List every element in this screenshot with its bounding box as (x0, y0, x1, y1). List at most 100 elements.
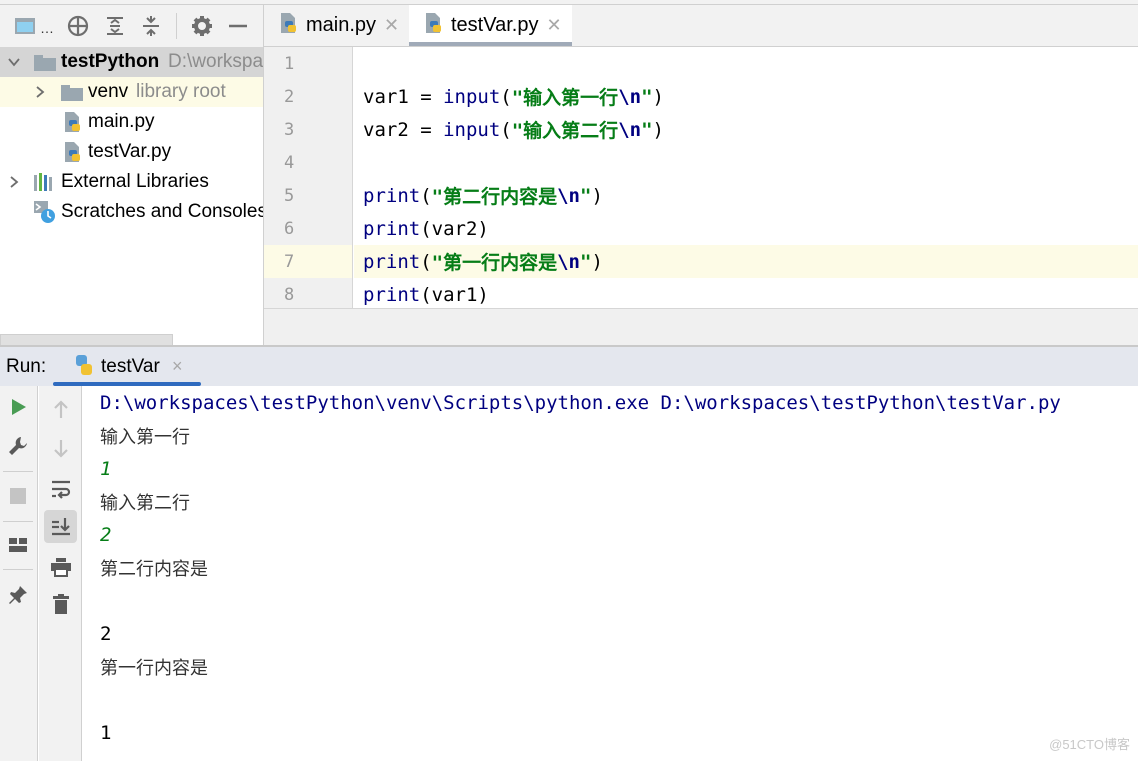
console-line-input: 2 (100, 523, 112, 546)
hide-icon[interactable] (227, 14, 249, 38)
console-line-cjk: 第二行内容是 (100, 558, 208, 580)
arrow-up-icon[interactable] (46, 394, 76, 424)
chevron-down-icon[interactable] (6, 54, 22, 70)
tree-item-testvar-py[interactable]: testVar.py (0, 137, 263, 167)
folder-icon (34, 55, 56, 71)
tree-item-main-py[interactable]: main.py (0, 107, 263, 137)
code-line[interactable]: var1 = input("输入第一行 \n ") (354, 80, 1138, 113)
line-number: 1 (284, 53, 295, 74)
chevron-right-icon[interactable] (6, 174, 22, 190)
scratches-icon (33, 200, 57, 230)
soft-wrap-icon[interactable] (46, 474, 76, 504)
line-number: 4 (284, 152, 295, 173)
layout-icon[interactable] (3, 530, 33, 560)
run-icon[interactable] (3, 392, 33, 422)
separator (3, 569, 33, 570)
tab-main-py[interactable]: main.py ✕ (278, 5, 408, 46)
code-token-plain: ) (652, 85, 664, 108)
code-token-plain: ( (420, 184, 432, 207)
run-console[interactable]: D:\workspaces\testPython\venv\Scripts\py… (83, 386, 1138, 761)
locate-icon[interactable] (66, 14, 90, 38)
python-icon (73, 354, 95, 381)
console-line-cjk: 输入第二行 (100, 492, 190, 514)
line-number: 8 (284, 284, 295, 305)
horizontal-scrollbar[interactable] (0, 334, 173, 345)
code-token-str: "第二行内容是 (431, 186, 558, 208)
tab-label: testVar.py (451, 14, 539, 36)
code-token-builtin: input (443, 118, 501, 141)
tab-label: main.py (306, 14, 377, 36)
code-token-str: "第一行内容是 (431, 252, 558, 274)
stop-icon[interactable] (3, 481, 33, 511)
tree-item-label: testPython (61, 51, 160, 72)
trash-icon[interactable] (46, 589, 76, 619)
code-editor[interactable]: var1 = input("输入第一行 \n ") var2 = input("输入第… (354, 47, 1138, 308)
watermark: @51CTO博客 (1049, 737, 1130, 752)
chevron-right-icon[interactable] (32, 84, 48, 100)
console-line-out: 2 (100, 622, 112, 645)
tree-item-venv[interactable]: venv library root (0, 77, 263, 107)
code-token-str: " (641, 85, 653, 108)
tree-item-label: main.py (88, 111, 155, 132)
toolbar-separator (176, 13, 177, 39)
code-token-plain: ( (500, 85, 512, 108)
code-token-builtin: print (363, 184, 421, 207)
separator (3, 471, 33, 472)
run-header: Run: testVar × (0, 345, 1138, 386)
tree-item-label: Scratches and Consoles (61, 201, 263, 222)
run-tab-label: testVar (101, 356, 160, 377)
tree-item-external-libraries[interactable]: External Libraries (0, 167, 263, 197)
tab-testvar-py[interactable]: testVar.py ✕ (409, 5, 572, 46)
editor-tabbar: main.py ✕ testVar.py ✕ (264, 5, 1138, 47)
console-line-cmd: D:\workspaces\testPython\venv\Scripts\py… (100, 391, 1061, 414)
project-view-icon[interactable] (14, 14, 36, 38)
console-line-input: 1 (100, 457, 112, 480)
folder-icon (61, 85, 83, 101)
python-file-icon (423, 12, 445, 40)
tree-item-testpython[interactable]: testPython D:\workspa (0, 47, 263, 77)
code-token-plain: (var2) (420, 217, 489, 240)
tree-item-scratches[interactable]: Scratches and Consoles (0, 197, 263, 227)
code-line[interactable] (354, 146, 1138, 179)
more-label[interactable]: … (40, 20, 54, 36)
code-token-esc: \n (557, 250, 580, 273)
pin-icon[interactable] (3, 580, 33, 610)
expand-all-icon[interactable] (104, 14, 126, 38)
wrench-icon[interactable] (3, 431, 33, 461)
run-tab-testvar[interactable]: testVar × (53, 347, 201, 386)
line-number: 6 (284, 218, 295, 239)
close-icon[interactable]: × (172, 356, 183, 377)
close-icon[interactable]: ✕ (546, 15, 561, 36)
code-line[interactable]: var2 = input("输入第二行 \n ") (354, 113, 1138, 146)
code-line[interactable]: print (var2) (354, 212, 1138, 245)
python-file-icon (278, 12, 300, 40)
run-label: Run: (6, 356, 47, 377)
code-line[interactable]: print("第二行内容是 \n ") (354, 179, 1138, 212)
code-token-str: "输入第一行 (511, 87, 619, 109)
tree-item-label: venv (88, 81, 129, 102)
tree-item-hint: library root (136, 81, 226, 102)
code-line[interactable]: print("第一行内容是 \n ") (354, 245, 1138, 278)
tree-item-path: D:\workspa (168, 51, 263, 72)
project-tree: testPython D:\workspa venv library root … (0, 47, 263, 227)
code-token-plain: ( (500, 118, 512, 141)
project-toolbar: … (0, 5, 263, 47)
line-number: 5 (284, 185, 295, 206)
code-line[interactable]: print (var1) (354, 278, 1138, 311)
arrow-down-icon[interactable] (46, 434, 76, 464)
line-number: 3 (284, 119, 295, 140)
collapse-all-icon[interactable] (140, 14, 162, 38)
line-number-gutter: 1 2 3 4 5 6 7 8 (264, 47, 353, 308)
separator (3, 521, 33, 522)
python-file-icon (62, 111, 84, 139)
code-token-plain: ) (591, 250, 603, 273)
print-icon[interactable] (46, 552, 76, 582)
code-line[interactable] (354, 47, 1138, 80)
code-token-plain: ( (420, 250, 432, 273)
scroll-to-end-icon[interactable] (44, 510, 77, 543)
close-icon[interactable]: ✕ (384, 15, 399, 36)
code-token-builtin: input (443, 85, 501, 108)
code-token-plain: ) (591, 184, 603, 207)
settings-icon[interactable] (191, 14, 213, 38)
code-token-builtin: print (363, 283, 421, 306)
